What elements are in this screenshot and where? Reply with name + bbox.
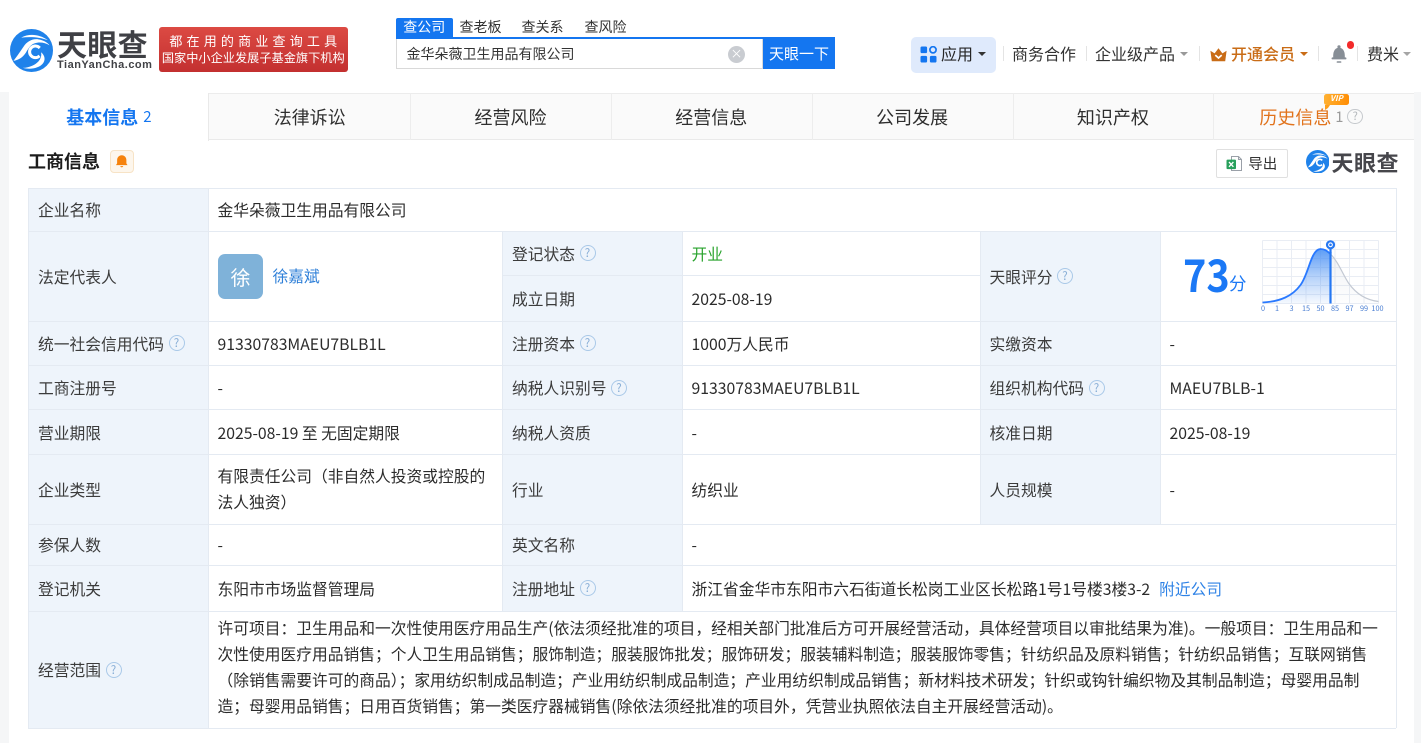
svg-text:85: 85 xyxy=(1331,304,1339,313)
svg-text:50: 50 xyxy=(1316,304,1324,313)
svg-text:1: 1 xyxy=(1275,304,1279,313)
svg-text:0: 0 xyxy=(1261,304,1265,313)
svg-text:100: 100 xyxy=(1371,304,1383,313)
svg-text:15: 15 xyxy=(1302,304,1310,313)
svg-text:3: 3 xyxy=(1289,304,1293,313)
svg-text:99: 99 xyxy=(1360,304,1368,313)
svg-text:97: 97 xyxy=(1345,304,1353,313)
